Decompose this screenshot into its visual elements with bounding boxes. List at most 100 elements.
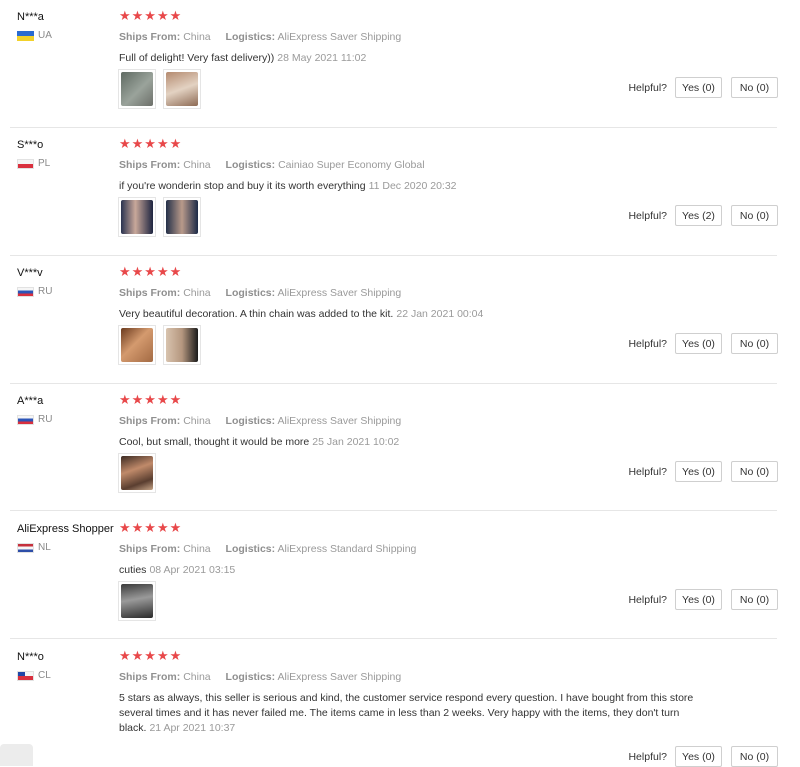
review-text: Cool, but small, thought it would be mor…: [119, 435, 719, 450]
review-list: N***a UA ★★★★★ Ships From: China Logisti…: [0, 0, 800, 767]
helpful-yes-button[interactable]: Yes (0): [675, 746, 722, 767]
logistics-value: AliExpress Saver Shipping: [277, 415, 402, 427]
logistics-value: AliExpress Saver Shipping: [277, 671, 402, 683]
ships-from-value: China: [183, 31, 211, 43]
helpful-yes-button[interactable]: Yes (0): [675, 461, 722, 482]
helpful-yes-button[interactable]: Yes (0): [675, 589, 722, 610]
helpful-label: Helpful?: [628, 465, 667, 478]
review-photo-thumbnail[interactable]: [118, 69, 156, 109]
ships-from-label: Ships From:: [119, 671, 181, 683]
helpful-yes-button[interactable]: Yes (0): [675, 77, 722, 98]
helpful-no-button[interactable]: No (0): [731, 746, 778, 767]
ships-from-value: China: [183, 671, 211, 683]
review-photos: [118, 197, 201, 237]
star-rating: ★★★★★: [119, 392, 183, 407]
review-photo-thumbnail[interactable]: [118, 197, 156, 237]
review-date: 22 Jan 2021 00:04: [396, 308, 484, 320]
reviewer-country: RU: [17, 414, 52, 425]
review-date: 25 Jan 2021 10:02: [312, 436, 400, 448]
country-code: UA: [38, 30, 52, 41]
review-text: cuties 08 Apr 2021 03:15: [119, 563, 719, 578]
review-date: 28 May 2021 11:02: [277, 52, 367, 64]
review-date: 11 Dec 2020 20:32: [368, 180, 457, 192]
star-rating: ★★★★★: [119, 8, 183, 23]
reviewer-name: N***a: [17, 11, 44, 23]
review-photo-thumbnail[interactable]: [163, 325, 201, 365]
review-photos: [118, 325, 201, 365]
star-rating: ★★★★★: [119, 520, 183, 535]
shipping-info: Ships From: China Logistics: AliExpress …: [119, 287, 401, 299]
helpful-label: Helpful?: [628, 209, 667, 222]
review-item: A***a RU ★★★★★ Ships From: China Logisti…: [0, 384, 778, 510]
helpful-yes-button[interactable]: Yes (2): [675, 205, 722, 226]
helpful-no-button[interactable]: No (0): [731, 589, 778, 610]
review-item: AliExpress Shopper NL ★★★★★ Ships From: …: [0, 512, 778, 638]
helpful-no-button[interactable]: No (0): [731, 461, 778, 482]
review-text: 5 stars as always, this seller is seriou…: [119, 691, 704, 736]
review-body: Very beautiful decoration. A thin chain …: [119, 308, 394, 320]
helpful-yes-button[interactable]: Yes (0): [675, 333, 722, 354]
helpful-controls: Helpful? Yes (0) No (0): [628, 461, 778, 482]
logistics-value: AliExpress Standard Shipping: [277, 543, 417, 555]
review-date: 08 Apr 2021 03:15: [149, 564, 236, 576]
reviewer-name: AliExpress Shopper: [17, 523, 114, 535]
country-code: RU: [38, 414, 53, 425]
reviewer-country: PL: [17, 158, 50, 169]
review-photos: [118, 453, 156, 493]
review-body: Full of delight! Very fast delivery)): [119, 52, 275, 64]
ships-from-label: Ships From:: [119, 543, 181, 555]
helpful-controls: Helpful? Yes (2) No (0): [628, 205, 778, 226]
logistics-value: Cainiao Super Economy Global: [278, 159, 425, 171]
review-body: Cool, but small, thought it would be mor…: [119, 436, 310, 448]
review-text: if you're wonderin stop and buy it its w…: [119, 179, 719, 194]
scroll-to-top-tab[interactable]: [0, 744, 33, 766]
review-item: S***o PL ★★★★★ Ships From: China Logisti…: [0, 128, 778, 255]
shipping-info: Ships From: China Logistics: AliExpress …: [119, 671, 401, 683]
logistics-label: Logistics:: [225, 159, 276, 171]
shipping-info: Ships From: China Logistics: Cainiao Sup…: [119, 159, 425, 171]
logistics-label: Logistics:: [225, 543, 276, 555]
helpful-no-button[interactable]: No (0): [731, 205, 778, 226]
review-body: cuties: [119, 564, 147, 576]
helpful-no-button[interactable]: No (0): [731, 77, 778, 98]
review-item: N***o CL ★★★★★ Ships From: China Logisti…: [0, 640, 778, 767]
review-photos: [118, 69, 201, 109]
country-code: NL: [38, 542, 51, 553]
chile-flag-icon: [17, 670, 34, 681]
helpful-controls: Helpful? Yes (0) No (0): [628, 746, 778, 767]
review-photo-thumbnail[interactable]: [118, 453, 156, 493]
ships-from-label: Ships From:: [119, 287, 181, 299]
ships-from-value: China: [183, 287, 211, 299]
review-photo-thumbnail[interactable]: [163, 69, 201, 109]
reviewer-country: NL: [17, 542, 51, 553]
review-photo-thumbnail[interactable]: [118, 325, 156, 365]
review-text: Full of delight! Very fast delivery)) 28 …: [119, 51, 719, 66]
helpful-label: Helpful?: [628, 750, 667, 763]
helpful-label: Helpful?: [628, 337, 667, 350]
logistics-label: Logistics:: [225, 287, 276, 299]
ships-from-label: Ships From:: [119, 415, 181, 427]
reviewer-name: N***o: [17, 651, 44, 663]
helpful-controls: Helpful? Yes (0) No (0): [628, 333, 778, 354]
logistics-label: Logistics:: [225, 415, 276, 427]
helpful-no-button[interactable]: No (0): [731, 333, 778, 354]
review-photo-thumbnail[interactable]: [118, 581, 156, 621]
review-date: 21 Apr 2021 10:37: [149, 722, 236, 734]
star-rating: ★★★★★: [119, 264, 183, 279]
ships-from-label: Ships From:: [119, 159, 181, 171]
reviewer-name: V***v: [17, 267, 43, 279]
review-photo-thumbnail[interactable]: [163, 197, 201, 237]
logistics-value: AliExpress Saver Shipping: [277, 31, 402, 43]
ships-from-label: Ships From:: [119, 31, 181, 43]
ships-from-value: China: [183, 415, 211, 427]
review-text: Very beautiful decoration. A thin chain …: [119, 307, 719, 322]
logistics-label: Logistics:: [225, 671, 276, 683]
helpful-label: Helpful?: [628, 81, 667, 94]
helpful-controls: Helpful? Yes (0) No (0): [628, 589, 778, 610]
poland-flag-icon: [17, 158, 34, 169]
reviewer-country: RU: [17, 286, 52, 297]
russia-flag-icon: [17, 286, 34, 297]
reviewer-country: UA: [17, 30, 52, 41]
country-code: CL: [38, 670, 51, 681]
review-item: N***a UA ★★★★★ Ships From: China Logisti…: [0, 0, 778, 127]
